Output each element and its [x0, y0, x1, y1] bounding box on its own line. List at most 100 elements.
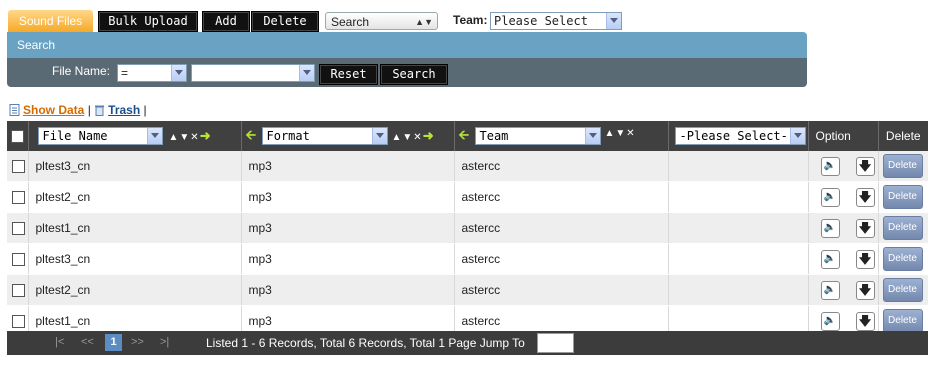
- trash-icon: [95, 105, 105, 116]
- show-data-link[interactable]: Show Data: [23, 103, 84, 117]
- option-cell: 🔈 🡇: [808, 212, 879, 244]
- speaker-icon[interactable]: 🔈: [820, 218, 840, 238]
- team-cell: astercc: [454, 274, 669, 306]
- row-checkbox[interactable]: [12, 253, 25, 267]
- search-toggle-select[interactable]: Search ▲▼: [325, 12, 438, 30]
- move-right-icon[interactable]: ➜: [200, 128, 212, 143]
- column-delete: Delete: [878, 121, 928, 151]
- table-row: pltest3_cn mp3 astercc 🔈 🡇 Delete: [7, 151, 928, 182]
- row-checkbox[interactable]: [12, 315, 25, 329]
- extra-cell: [668, 243, 809, 275]
- team-select-value: Please Select: [494, 14, 588, 28]
- first-page-button[interactable]: |<: [55, 336, 64, 348]
- prev-page-button[interactable]: <<: [81, 336, 94, 348]
- team-select[interactable]: Please Select: [490, 12, 622, 30]
- chevron-down-icon: [171, 65, 186, 81]
- file-name-cell: pltest2_cn: [28, 274, 242, 306]
- speaker-icon[interactable]: 🔈: [820, 187, 840, 207]
- speaker-icon[interactable]: 🔈: [820, 156, 840, 176]
- table-row: pltest3_cn mp3 astercc 🔈 🡇 Delete: [7, 243, 928, 275]
- row-select-cell: [7, 274, 29, 306]
- team-label: Team:: [453, 13, 488, 27]
- download-icon[interactable]: 🡇: [855, 218, 875, 238]
- option-cell: 🔈 🡇: [808, 181, 879, 213]
- bulk-upload-button[interactable]: Bulk Upload: [98, 11, 198, 32]
- file-name-value-select[interactable]: [191, 64, 315, 82]
- row-delete-button[interactable]: Delete: [882, 278, 923, 302]
- file-name-cell: pltest3_cn: [28, 243, 242, 275]
- column-option: Option: [808, 121, 879, 151]
- search-panel-header: Search: [7, 32, 807, 58]
- sort-remove-icons[interactable]: ▲▼✕➜: [392, 128, 435, 144]
- chevron-down-icon: [606, 13, 621, 29]
- format-cell: mp3: [241, 212, 455, 244]
- speaker-icon[interactable]: 🔈: [820, 249, 840, 269]
- move-left-icon[interactable]: 🡨: [459, 126, 470, 148]
- document-icon: [9, 104, 20, 116]
- pager-status: Listed 1 - 6 Records, Total 6 Records, T…: [206, 336, 525, 350]
- extra-cell: [668, 212, 809, 244]
- row-delete-button[interactable]: Delete: [882, 154, 923, 178]
- team-cell: astercc: [454, 243, 669, 275]
- operator-select[interactable]: =: [117, 64, 187, 82]
- trash-link[interactable]: Trash: [108, 103, 140, 117]
- format-cell: mp3: [241, 181, 455, 213]
- move-right-icon[interactable]: ➜: [423, 128, 435, 143]
- format-cell: mp3: [241, 274, 455, 306]
- file-name-column-select[interactable]: File Name: [37, 127, 163, 145]
- select-all-header: [7, 121, 29, 151]
- delete-button[interactable]: Delete: [251, 11, 319, 32]
- row-checkbox[interactable]: [12, 284, 25, 298]
- row-checkbox[interactable]: [12, 160, 25, 174]
- data-links: Show Data | Trash |: [9, 103, 147, 117]
- delete-cell: Delete: [878, 181, 928, 213]
- row-delete-button[interactable]: Delete: [882, 216, 923, 240]
- current-page-button[interactable]: 1: [105, 334, 122, 351]
- delete-cell: Delete: [878, 274, 928, 306]
- row-select-cell: [7, 181, 29, 213]
- sound-files-tab[interactable]: Sound Files: [8, 10, 93, 32]
- row-checkbox[interactable]: [12, 191, 25, 205]
- team-cell: astercc: [454, 181, 669, 213]
- chevron-down-icon: [584, 128, 600, 144]
- download-icon[interactable]: 🡇: [855, 280, 875, 300]
- format-cell: mp3: [241, 151, 455, 182]
- search-panel: File Name: = Reset Search: [7, 58, 807, 87]
- download-icon[interactable]: 🡇: [855, 249, 875, 269]
- speaker-icon[interactable]: 🔈: [820, 280, 840, 300]
- team-column-select[interactable]: Team: [474, 127, 601, 145]
- row-select-cell: [7, 212, 29, 244]
- row-select-cell: [7, 243, 29, 275]
- next-page-button[interactable]: >>: [131, 336, 144, 348]
- speaker-icon[interactable]: 🔈: [820, 311, 840, 331]
- search-button[interactable]: Search: [380, 64, 448, 85]
- download-icon[interactable]: 🡇: [855, 187, 875, 207]
- sort-remove-icons[interactable]: ▲▼✕➜: [169, 128, 212, 144]
- toolbar: Sound Files Bulk Upload Add Delete Searc…: [8, 10, 928, 32]
- file-name-cell: pltest3_cn: [28, 151, 242, 182]
- up-down-arrows-icon: ▲▼: [415, 17, 433, 27]
- pager-bar: |< << 1 >> >| Listed 1 - 6 Records, Tota…: [7, 331, 928, 355]
- download-icon[interactable]: 🡇: [855, 311, 875, 331]
- move-left-icon[interactable]: 🡨: [246, 126, 257, 148]
- sort-remove-icons[interactable]: ▲▼✕: [605, 128, 636, 139]
- format-column-select[interactable]: Format: [261, 127, 388, 145]
- column-file-name: File Name ▲▼✕➜: [28, 121, 242, 151]
- extra-cell: [668, 274, 809, 306]
- last-page-button[interactable]: >|: [160, 336, 169, 348]
- add-column-select[interactable]: -Please Select-: [674, 127, 806, 145]
- team-cell: astercc: [454, 212, 669, 244]
- row-delete-button[interactable]: Delete: [882, 247, 923, 271]
- team-column-label: Team: [479, 129, 509, 143]
- file-name-column-label: File Name: [42, 129, 108, 143]
- download-icon[interactable]: 🡇: [855, 156, 875, 176]
- row-delete-button[interactable]: Delete: [882, 309, 923, 333]
- row-delete-button[interactable]: Delete: [882, 185, 923, 209]
- add-button[interactable]: Add: [202, 11, 250, 32]
- row-checkbox[interactable]: [12, 222, 25, 236]
- row-select-cell: [7, 151, 29, 182]
- select-all-checkbox[interactable]: [10, 130, 24, 144]
- reset-button[interactable]: Reset: [319, 64, 378, 85]
- jump-to-page-input[interactable]: [537, 333, 574, 353]
- format-column-label: Format: [266, 129, 310, 143]
